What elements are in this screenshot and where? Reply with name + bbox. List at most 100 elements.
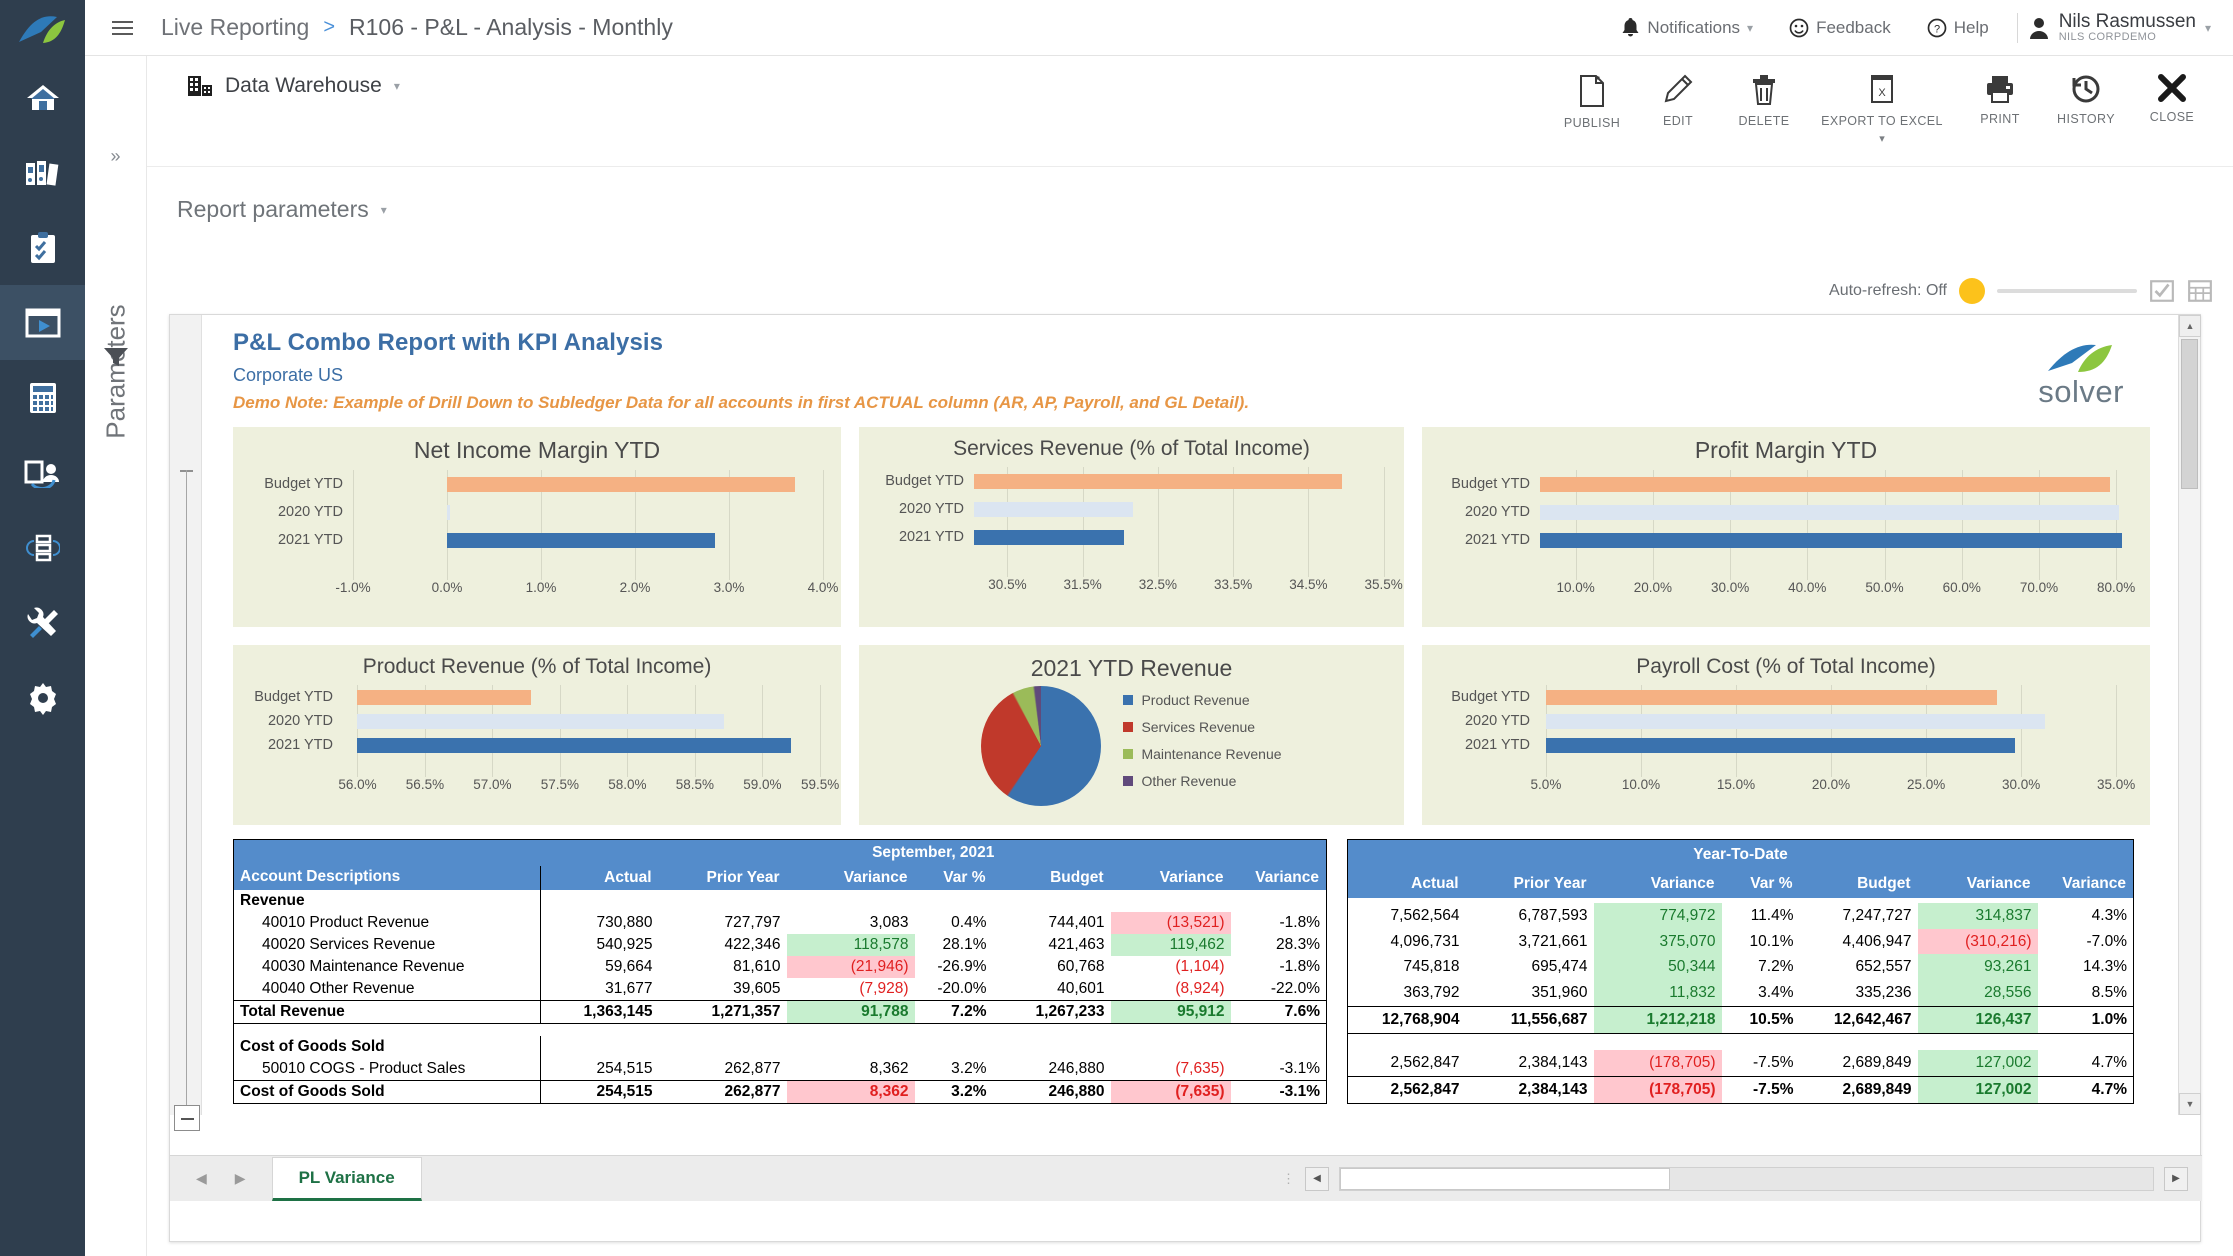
table-cell[interactable]: 126,437 — [1917, 1005, 2038, 1034]
table-cell[interactable]: 95,912 — [1110, 1000, 1231, 1024]
table-cell[interactable] — [540, 1035, 659, 1058]
table-cell[interactable]: 8,362 — [786, 1079, 915, 1104]
publish-button[interactable]: PUBLISH — [1549, 62, 1635, 145]
table-cell[interactable]: (7,928) — [787, 978, 915, 1001]
table-cell[interactable]: -7.5% — [1721, 1075, 1800, 1104]
sidebar-item-home[interactable] — [0, 60, 85, 135]
sheet-prev-button[interactable]: ◀ — [196, 1170, 207, 1187]
column-header[interactable]: Variance — [2037, 870, 2134, 899]
horizontal-scroll-thumb[interactable] — [1340, 1167, 1670, 1190]
table-cell[interactable]: 81,610 — [659, 956, 787, 978]
table-cell[interactable]: 2,689,849 — [1800, 1050, 1918, 1076]
chevron-down-icon[interactable]: ▾ — [394, 79, 400, 93]
table-cell[interactable]: (1,104) — [1111, 956, 1231, 978]
grid-view-icon[interactable] — [2187, 278, 2213, 304]
table-cell[interactable]: 2,384,143 — [1465, 1075, 1594, 1104]
table-cell[interactable]: 40,601 — [993, 978, 1111, 1001]
row-label[interactable]: 40020 Services Revenue — [234, 934, 541, 956]
row-label[interactable]: Cost of Goods Sold — [234, 1036, 541, 1058]
table-cell[interactable]: 12,768,904 — [1347, 1005, 1466, 1034]
hscroll-left-button[interactable]: ◀ — [1305, 1166, 1329, 1191]
table-cell[interactable] — [540, 890, 659, 912]
table-cell[interactable]: (8,924) — [1111, 978, 1231, 1001]
datasource-selector[interactable]: Data Warehouse ▾ — [187, 74, 400, 98]
sidebar-item-workflow[interactable] — [0, 510, 85, 585]
table-cell[interactable]: 3,083 — [787, 912, 915, 934]
table-cell[interactable]: 91,788 — [786, 1000, 915, 1024]
table-cell[interactable]: 422,346 — [659, 934, 787, 956]
sidebar-item-live-reporting[interactable] — [0, 285, 85, 360]
table-cell[interactable]: 118,578 — [786, 934, 915, 956]
table-cell[interactable]: 774,972 — [1593, 903, 1722, 929]
select-mode-icon[interactable] — [2149, 278, 2175, 304]
sidebar-item-reports[interactable] — [0, 135, 85, 210]
table-cell[interactable]: 28.3% — [1231, 934, 1327, 956]
table-cell[interactable]: -1.8% — [1231, 912, 1327, 934]
row-label[interactable]: 40030 Maintenance Revenue — [234, 956, 541, 978]
table-cell[interactable]: 4.7% — [2038, 1050, 2134, 1076]
table-cell[interactable]: 11.4% — [1722, 903, 1800, 929]
table-cell[interactable]: 11,832 — [1593, 980, 1722, 1007]
table-cell[interactable]: 2,562,847 — [1347, 1075, 1466, 1104]
report-vertical-scrollbar[interactable]: ▲ ▼ — [2178, 315, 2201, 1115]
table-cell[interactable]: 421,463 — [993, 934, 1111, 956]
zoom-slider-handle[interactable] — [174, 1105, 200, 1131]
table-cell[interactable]: 8,362 — [787, 1058, 915, 1081]
help-button[interactable]: ? Help — [1909, 0, 2007, 56]
column-header[interactable]: Budget — [1799, 870, 1918, 899]
table-row[interactable]: 2,562,847 2,384,143 (178,705) -7.5% 2,689,84… — [1347, 1075, 2134, 1104]
table-row[interactable]: Revenue — [234, 890, 1327, 912]
auto-refresh-slider[interactable] — [1997, 289, 2137, 293]
row-label[interactable]: Cost of Goods Sold — [233, 1079, 541, 1104]
table-cell[interactable] — [1111, 1036, 1231, 1058]
column-header[interactable]: Budget — [992, 866, 1111, 890]
table-cell[interactable]: -7.5% — [1722, 1050, 1800, 1076]
table-cell[interactable]: 375,070 — [1593, 928, 1722, 955]
report-parameters-toggle[interactable]: Report parameters ▾ — [177, 196, 387, 223]
table-cell[interactable]: 31,677 — [540, 978, 659, 1001]
table-cell[interactable]: 60,768 — [993, 956, 1111, 978]
feedback-button[interactable]: Feedback — [1771, 0, 1909, 56]
column-header[interactable]: Variance — [1230, 866, 1327, 890]
table-row[interactable]: 50010 COGS - Product Sales 254,515 262,877… — [234, 1057, 1327, 1081]
table-cell[interactable]: (21,946) — [786, 956, 915, 978]
table-cell[interactable]: 246,880 — [993, 1058, 1111, 1081]
table-cell[interactable]: 6,787,593 — [1466, 903, 1594, 929]
table-cell[interactable]: 0.4% — [915, 912, 993, 934]
table-cell[interactable]: 363,792 — [1348, 980, 1466, 1006]
table-cell[interactable]: 246,880 — [992, 1079, 1111, 1104]
table-cell[interactable]: 11,556,687 — [1465, 1005, 1594, 1034]
table-cell[interactable]: 7.2% — [1722, 954, 1800, 980]
table-cell[interactable]: 744,401 — [993, 912, 1111, 934]
sheet-tab-pl-variance[interactable]: PL Variance — [271, 1156, 422, 1201]
column-header[interactable]: Variance — [1110, 866, 1231, 890]
chevron-down-icon[interactable]: ▾ — [1879, 132, 1885, 145]
auto-refresh-toggle[interactable] — [1959, 278, 1985, 304]
history-button[interactable]: HISTORY — [2043, 62, 2129, 145]
table-cell[interactable]: 4,096,731 — [1348, 929, 1466, 955]
table-cell[interactable]: 7.6% — [1230, 1000, 1327, 1024]
table-cell[interactable]: 8.5% — [2038, 980, 2134, 1006]
table-cell[interactable]: 540,925 — [540, 934, 659, 956]
table-cell[interactable]: 351,960 — [1466, 980, 1594, 1006]
table-cell[interactable]: 3.2% — [914, 1079, 993, 1104]
table-cell[interactable]: 127,002 — [1917, 1049, 2038, 1077]
table-cell[interactable]: 127,002 — [1917, 1075, 2038, 1104]
table-cell[interactable]: -3.1% — [1230, 1079, 1327, 1104]
close-button[interactable]: CLOSE — [2129, 62, 2215, 145]
table-cell[interactable]: 7,247,727 — [1800, 903, 1918, 929]
table-cell[interactable]: 4,406,947 — [1800, 929, 1918, 955]
table-cell[interactable]: 39,605 — [659, 978, 787, 1001]
chevron-down-icon[interactable]: ▾ — [381, 203, 387, 217]
table-row[interactable]: 40020 Services Revenue 540,925 422,346 118,… — [234, 934, 1327, 956]
table-cell[interactable]: 93,261 — [1917, 954, 2038, 981]
table-cell[interactable]: 4.7% — [2037, 1075, 2134, 1104]
table-cell[interactable]: 3.4% — [1722, 980, 1800, 1006]
column-header[interactable]: Variance — [786, 866, 915, 890]
edit-button[interactable]: EDIT — [1635, 62, 1721, 145]
user-menu[interactable]: Nils Rasmussen Nils CorpDemo ▾ — [2028, 11, 2211, 43]
table-cell[interactable]: 12,642,467 — [1799, 1005, 1918, 1034]
column-header[interactable]: Variance — [1917, 870, 2038, 899]
table-cell[interactable] — [993, 1036, 1111, 1058]
expand-parameters-icon[interactable]: » — [110, 146, 120, 167]
